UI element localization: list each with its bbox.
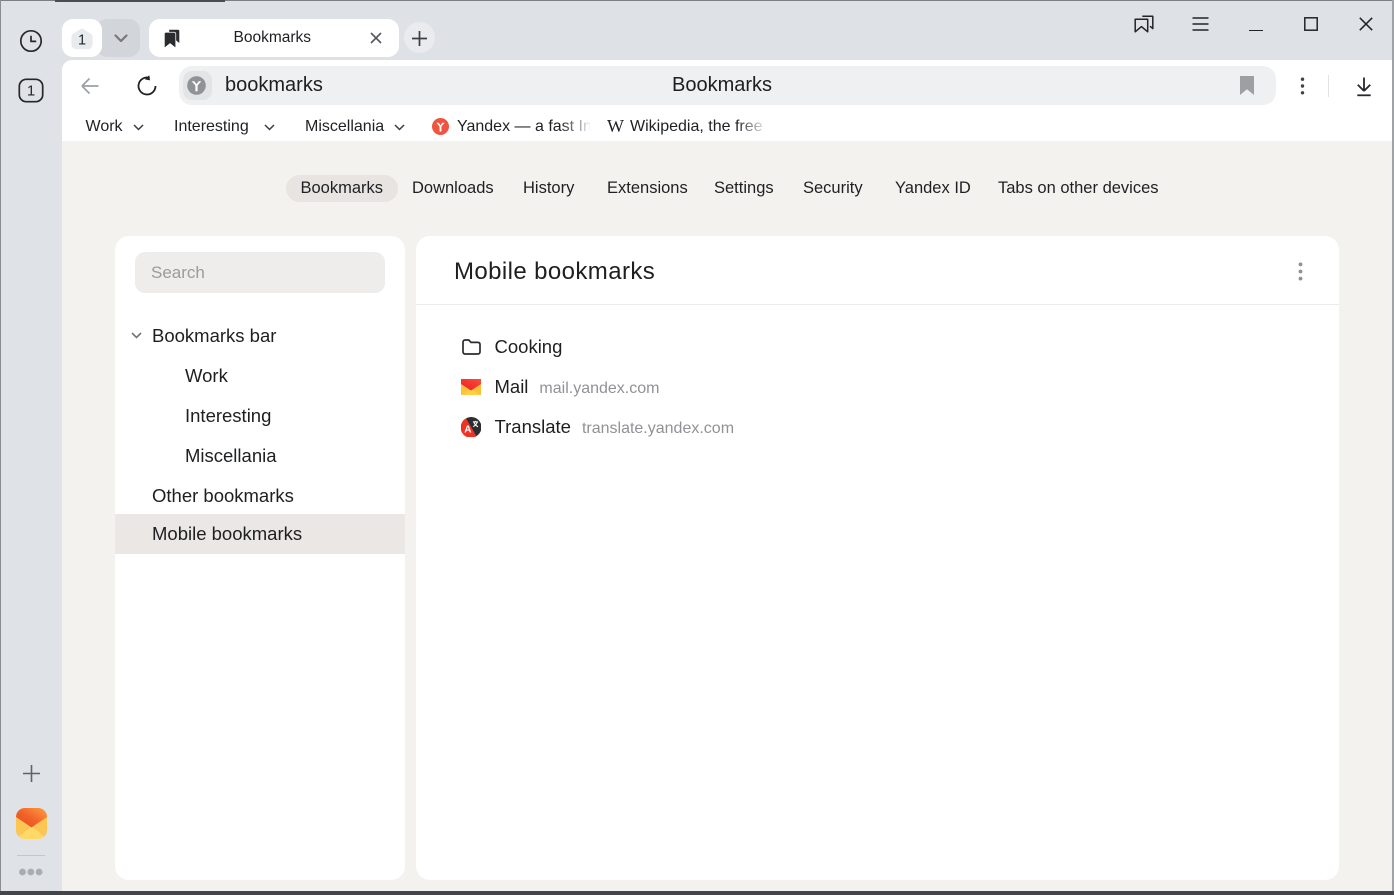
svg-text:A: A — [464, 424, 471, 435]
svg-text:1: 1 — [27, 83, 35, 100]
svg-text:1: 1 — [77, 33, 85, 49]
